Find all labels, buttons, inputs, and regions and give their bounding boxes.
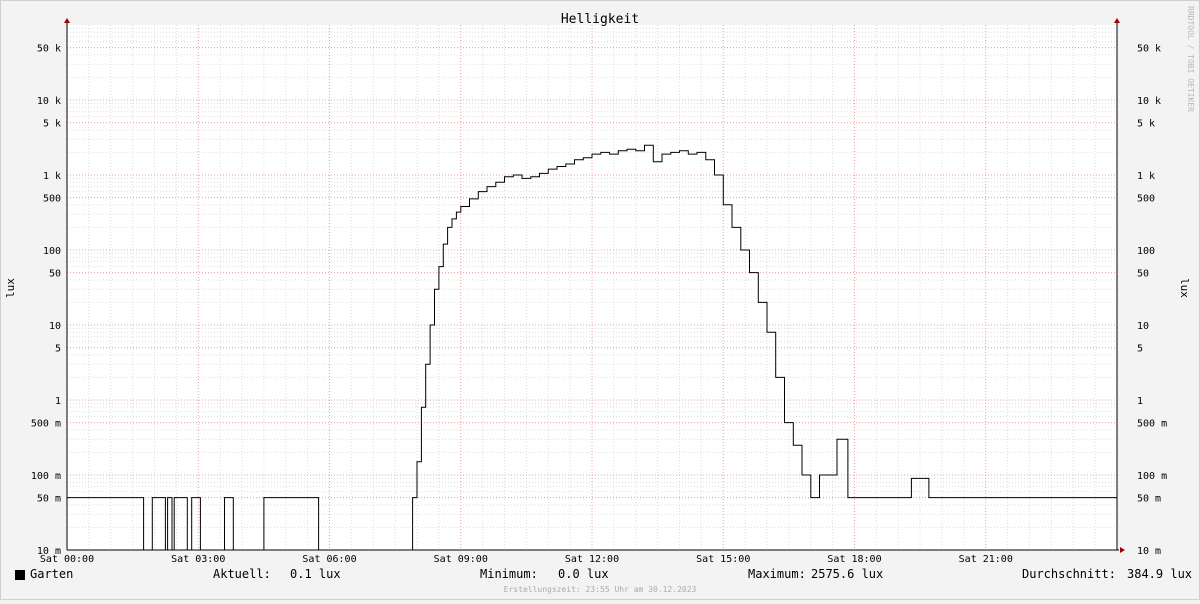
x-tick-label: Sat 06:00 — [302, 554, 356, 565]
y-axis-label-right: lux — [1178, 278, 1191, 298]
legend-current-label: Aktuell: — [213, 567, 271, 581]
y-tick-label-left: 1 — [55, 396, 61, 407]
x-tick-label: Sat 09:00 — [434, 554, 488, 565]
y-tick-label-right: 50 — [1137, 269, 1149, 280]
x-tick-label: Sat 03:00 — [171, 554, 225, 565]
x-tick-label: Sat 12:00 — [565, 554, 619, 565]
legend-min-value: 0.0 lux — [558, 567, 609, 581]
legend-max-label: Maximum: — [748, 567, 806, 581]
legend-avg-value: 384.9 lux — [1127, 567, 1193, 581]
legend-row: Garten Aktuell: 0.1 lux Minimum: 0.0 lux… — [0, 567, 1200, 585]
y-tick-label-right: 50 k — [1137, 44, 1161, 55]
y-tick-label-right: 100 — [1137, 246, 1155, 257]
chart-root: Sat 00:00 Sat 03:00 Sat 06:00 Sat 09:00 Sat … — [0, 0, 1200, 600]
chart-title: Helligkeit — [561, 12, 639, 27]
y-tick-label-left: 10 k — [37, 96, 61, 107]
y-tick-label-left: 10 — [49, 321, 61, 332]
y-tick-label-right: 100 m — [1137, 471, 1167, 482]
legend-swatch-garten — [15, 570, 25, 580]
y-tick-label-right: 50 m — [1137, 494, 1161, 505]
y-axis-arrow-right — [1114, 18, 1120, 23]
y-tick-label-left: 100 — [43, 246, 61, 257]
x-tick-label: Sat 21:00 — [959, 554, 1013, 565]
y-tick-label-left: 100 m — [31, 471, 61, 482]
legend-current-value: 0.1 lux — [290, 567, 341, 581]
y-axis-arrow-left — [64, 18, 70, 23]
x-tick-label: Sat 15:00 — [696, 554, 750, 565]
creation-time: Erstellungszeit: 23:55 Uhr am 30.12.2023 — [503, 585, 697, 594]
y-tick-label-right: 500 — [1137, 194, 1155, 205]
y-tick-label-left: 500 — [43, 194, 61, 205]
y-axis-label-left: lux — [4, 278, 17, 298]
y-tick-label-right: 5 — [1137, 344, 1143, 355]
y-tick-label-right: 1 k — [1137, 171, 1155, 182]
rrdtool-watermark: RRDTOOL / TOBI OETIKER — [1186, 6, 1195, 112]
legend-max-value: 2575.6 lux — [811, 567, 884, 581]
y-tick-label-left: 50 — [49, 269, 61, 280]
y-tick-label-right: 10 — [1137, 321, 1149, 332]
x-tick-label: Sat 18:00 — [827, 554, 881, 565]
y-tick-label-right: 500 m — [1137, 419, 1167, 430]
y-tick-label-right: 5 k — [1137, 119, 1155, 130]
y-tick-label-left: 1 k — [43, 171, 61, 182]
legend-avg-label: Durchschnitt: — [1022, 567, 1116, 581]
chart-svg: Sat 00:00 Sat 03:00 Sat 06:00 Sat 09:00 Sat … — [4, 12, 1191, 565]
y-tick-label-left: 5 k — [43, 119, 61, 130]
legend-min-label: Minimum: — [480, 567, 538, 581]
legend-series-name: Garten — [30, 567, 74, 581]
y-tick-label-left: 10 m — [37, 546, 61, 557]
y-tick-label-left: 50 m — [37, 494, 61, 505]
y-tick-label-right: 1 — [1137, 396, 1143, 407]
y-tick-label-left: 50 k — [37, 44, 61, 55]
y-tick-label-right: 10 m — [1137, 546, 1161, 557]
y-tick-label-left: 500 m — [31, 419, 61, 430]
y-tick-label-left: 5 — [55, 344, 61, 355]
x-axis-arrow — [1120, 547, 1125, 553]
y-tick-label-right: 10 k — [1137, 96, 1161, 107]
